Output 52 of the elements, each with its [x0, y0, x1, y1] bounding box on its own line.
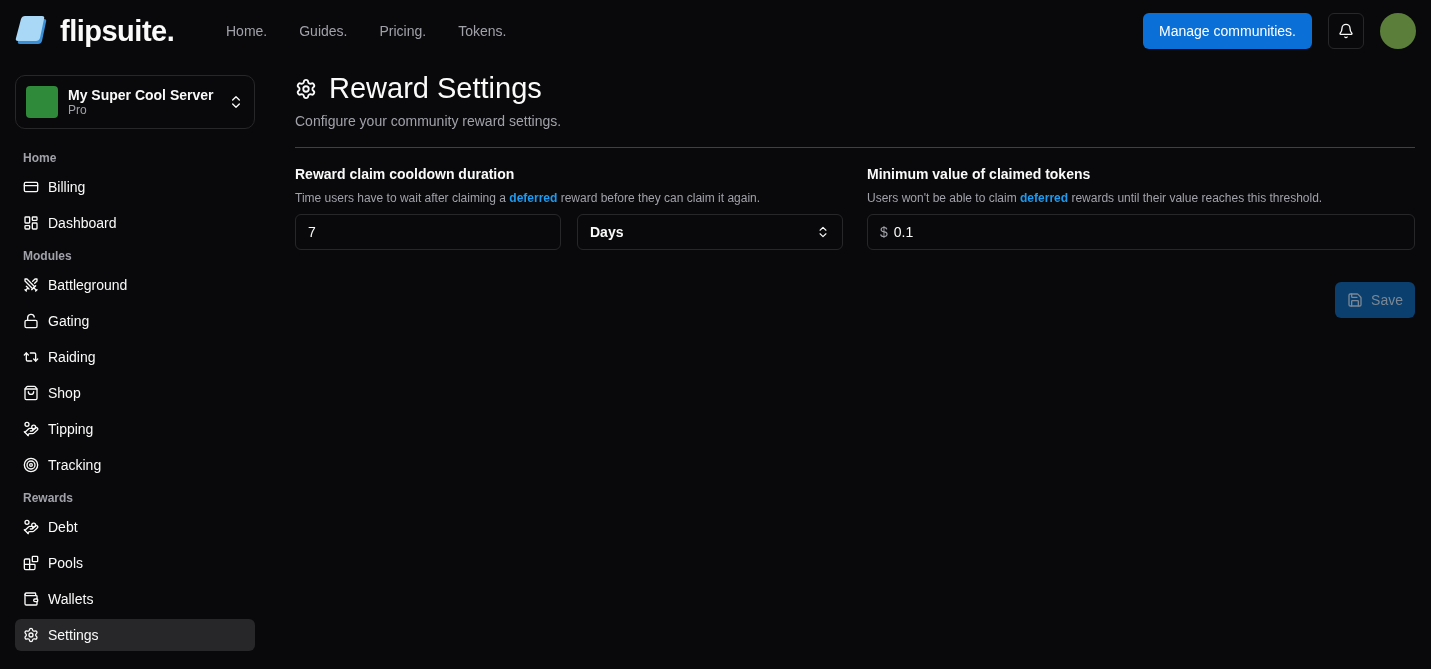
sidebar-item[interactable]: Dashboard — [15, 207, 255, 239]
repeat-icon — [23, 349, 39, 365]
input-field[interactable]: $ 0.1 — [867, 214, 1415, 250]
sidebar-item[interactable]: Wallets — [15, 583, 255, 615]
sidebar-section-title: Home — [22, 150, 58, 167]
nav-link[interactable]: Tokens. — [458, 23, 507, 39]
target-icon — [23, 457, 39, 473]
setting-label: Reward claim cooldown duration — [295, 166, 516, 182]
unit-select[interactable]: Days — [577, 214, 843, 250]
sidebar-item[interactable]: Gating — [15, 305, 255, 337]
sidebar-item[interactable]: Billing — [15, 171, 255, 203]
save-icon — [1347, 292, 1364, 308]
nav-link[interactable]: Guides. — [299, 23, 348, 39]
hand-coins-icon — [23, 421, 39, 437]
setting-description: Users won't be able to claim deferred rewards until their value reaches this threshold. — [867, 191, 1324, 205]
sidebar-item[interactable]: Tipping — [15, 413, 255, 445]
settings-icon — [295, 77, 317, 100]
notifications-button[interactable] — [1328, 13, 1364, 49]
hand-coins-icon — [23, 519, 39, 535]
unlocked-lock-icon — [23, 313, 39, 329]
sidebar-item[interactable]: Tracking — [15, 449, 255, 481]
input-field[interactable]: 7 — [295, 214, 561, 250]
setting-description: Time users have to wait after claiming a deferred reward before they can claim it again. — [295, 191, 762, 205]
nav-link[interactable]: Pricing. — [379, 23, 427, 39]
server-name: My Super Cool Server — [68, 87, 215, 103]
blocks-icon — [23, 555, 39, 571]
sidebar-section-title: Modules — [22, 248, 73, 265]
page-title: Reward Settings — [329, 72, 542, 105]
bell-icon — [1338, 23, 1354, 39]
sidebar-item[interactable]: Pools — [15, 547, 255, 579]
swords-icon — [23, 277, 39, 293]
sidebar-item[interactable]: Battleground — [15, 269, 255, 301]
sidebar-item[interactable]: Shop — [15, 377, 255, 409]
manage-communities-button[interactable]: Manage communities. — [1143, 13, 1312, 49]
page-subtitle: Configure your community reward settings. — [295, 113, 1415, 148]
dashboard-icon — [23, 215, 39, 231]
user-avatar[interactable] — [1380, 13, 1416, 49]
sidebar-item[interactable]: Raiding — [15, 341, 255, 373]
server-plan: Pro — [68, 103, 88, 117]
sidebar-item[interactable]: Debt — [15, 511, 255, 543]
bag-icon — [23, 385, 39, 401]
server-avatar — [26, 86, 58, 118]
brand-name: flipsuite. — [60, 14, 175, 48]
sidebar-item[interactable]: Settings — [15, 619, 255, 651]
wallet-icon — [23, 591, 39, 607]
logo-icon — [14, 16, 48, 46]
sidebar-section-title: Rewards — [22, 490, 75, 507]
card-icon — [23, 179, 39, 195]
nav-link[interactable]: Home. — [226, 23, 268, 39]
settings-icon — [23, 627, 39, 643]
setting-label: Minimum value of claimed tokens — [867, 166, 1092, 182]
server-switcher[interactable]: My Super Cool Server Pro — [15, 75, 255, 129]
